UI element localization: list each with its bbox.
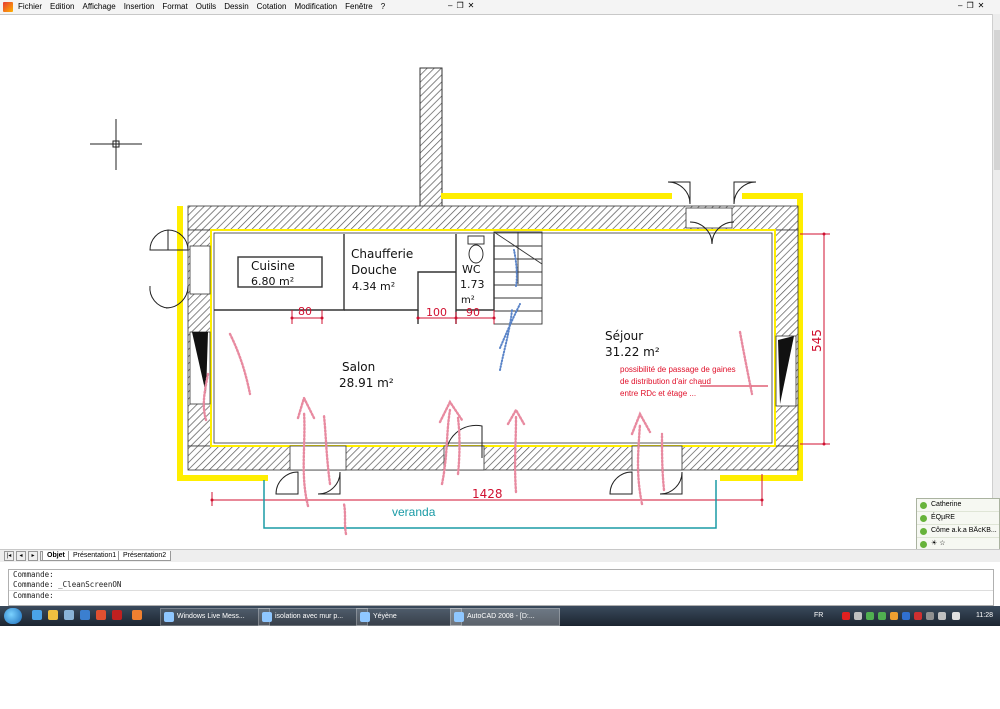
tray-antivirus-icon[interactable] [842, 612, 850, 620]
minimize-icon[interactable]: – [448, 1, 452, 10]
menu-fichier[interactable]: Fichier [18, 2, 42, 11]
tray-messenger-icon[interactable] [866, 612, 874, 620]
task-autocad[interactable]: AutoCAD 2008 - [D:... [450, 608, 560, 626]
crosshair-cursor [90, 119, 142, 170]
contact-item[interactable]: Côme a.k.a BÄcKB... [917, 525, 999, 538]
menu-outils[interactable]: Outils [196, 2, 216, 11]
command-history-line: Commande: [13, 570, 54, 579]
dim-545: 545 [810, 329, 824, 352]
quicklaunch-acad-icon[interactable] [112, 610, 122, 620]
area-wc-number: 1.73 [460, 278, 485, 291]
menu-items: Fichier Edition Affichage Insertion Form… [18, 2, 385, 11]
menu-dessin[interactable]: Dessin [224, 2, 248, 11]
scrollbar-thumb[interactable] [994, 30, 1000, 170]
area-cuisine: 6.80 m² [251, 275, 294, 288]
start-button[interactable] [4, 608, 22, 624]
command-prompt[interactable]: Commande: [9, 590, 993, 601]
tab-presentation2[interactable]: Présentation2 [118, 551, 172, 561]
menu-cotation[interactable]: Cotation [257, 2, 287, 11]
label-chaufferie: Chaufferie [351, 247, 413, 261]
prev-tab-icon[interactable]: ◂ [16, 551, 26, 561]
task-yeyene[interactable]: Yéyène [356, 608, 462, 626]
inner-face [210, 229, 776, 447]
tray-power-icon[interactable] [952, 612, 960, 620]
tray-network-icon[interactable] [854, 612, 862, 620]
app-restore-icon[interactable]: ❐ [966, 1, 973, 10]
quicklaunch-ie-icon[interactable] [32, 610, 42, 620]
menu-modification[interactable]: Modification [294, 2, 337, 11]
annotation-line-3: entre RDc et étage ... [620, 389, 696, 398]
chimney [419, 67, 443, 209]
dim-100: 100 [426, 306, 447, 319]
area-chaufferie: 4.34 m² [352, 280, 395, 293]
tab-objet[interactable]: Objet [42, 551, 70, 561]
first-tab-icon[interactable]: |◂ [4, 551, 14, 561]
veranda-label: veranda [392, 505, 436, 519]
area-salon: 28.91 m² [339, 376, 394, 390]
tray-volume-icon[interactable] [938, 612, 946, 620]
area-wc-unit: m² [461, 295, 475, 306]
menu-bar: Fichier Edition Affichage Insertion Form… [0, 0, 1000, 15]
tab-presentation1[interactable]: Présentation1 [68, 551, 122, 561]
annotation-line-1: possibilité de passage de gaines [620, 365, 736, 374]
label-cuisine: Cuisine [251, 259, 295, 273]
contact-item[interactable]: Catherine [917, 499, 999, 512]
tray-bluetooth-icon[interactable] [902, 612, 910, 620]
restore-icon[interactable]: ❐ [456, 1, 463, 10]
command-history-line: Commande: _CleanScreenON [13, 580, 122, 589]
dim-80: 80 [298, 305, 312, 318]
quicklaunch-folder-icon[interactable] [48, 610, 58, 620]
language-indicator[interactable]: FR [814, 606, 823, 626]
menu-help[interactable]: ? [381, 2, 385, 11]
dim-90: 90 [466, 306, 480, 319]
close-icon[interactable]: ✕ [468, 1, 475, 10]
annotation-line-2: de distribution d'air chaud [620, 377, 711, 386]
quicklaunch-switch-icon[interactable] [80, 610, 90, 620]
label-wc: WC [462, 263, 481, 276]
layout-tabs-bar: |◂ ◂ ▸ ▸| Objet Présentation1 Présentati… [0, 549, 1000, 562]
menu-affichage[interactable]: Affichage [82, 2, 115, 11]
messenger-contacts-panel: Catherine ÉQµRE Côme a.k.a BÄcKB... ☀ ☆ [916, 498, 1000, 552]
app-close-icon[interactable]: ✕ [978, 1, 985, 10]
tray-update-icon[interactable] [890, 612, 898, 620]
label-salon: Salon [342, 360, 375, 374]
menu-edition[interactable]: Edition [50, 2, 74, 11]
label-douche: Douche [351, 263, 397, 277]
system-tray: FR 11:28 [810, 606, 1000, 626]
quicklaunch-desktop-icon[interactable] [64, 610, 74, 620]
vertical-scrollbar[interactable] [992, 14, 1000, 548]
task-isolation[interactable]: isolation avec mur p... [258, 608, 368, 626]
quicklaunch-app-icon[interactable] [96, 610, 106, 620]
app-window-controls: – ❐ ✕ [958, 1, 984, 10]
menu-fenetre[interactable]: Fenêtre [345, 2, 373, 11]
autocad-app-icon[interactable] [3, 2, 13, 12]
dim-1428: 1428 [472, 487, 503, 501]
clock[interactable]: 11:28 [976, 606, 993, 626]
task-messenger[interactable]: Windows Live Mess... [160, 608, 270, 626]
tray-printer-icon[interactable] [926, 612, 934, 620]
windows-taskbar: Windows Live Mess... isolation avec mur … [0, 606, 1000, 626]
menu-insertion[interactable]: Insertion [124, 2, 155, 11]
tray-status-icon[interactable] [878, 612, 886, 620]
command-line-window[interactable]: Commande: Commande: _CleanScreenON Comma… [8, 569, 994, 606]
floor-plan: Cuisine 6.80 m² Chaufferie Douche 4.34 m… [90, 67, 830, 536]
label-sejour: Séjour [605, 329, 643, 343]
contact-item[interactable]: ÉQµRE [917, 512, 999, 525]
area-sejour: 31.22 m² [605, 345, 660, 359]
next-tab-icon[interactable]: ▸ [28, 551, 38, 561]
menu-format[interactable]: Format [162, 2, 187, 11]
drawing-window-controls: – ❐ ✕ [448, 1, 474, 10]
app-minimize-icon[interactable]: – [958, 1, 962, 10]
tray-security-icon[interactable] [914, 612, 922, 620]
quicklaunch-firefox-icon[interactable] [132, 610, 142, 620]
